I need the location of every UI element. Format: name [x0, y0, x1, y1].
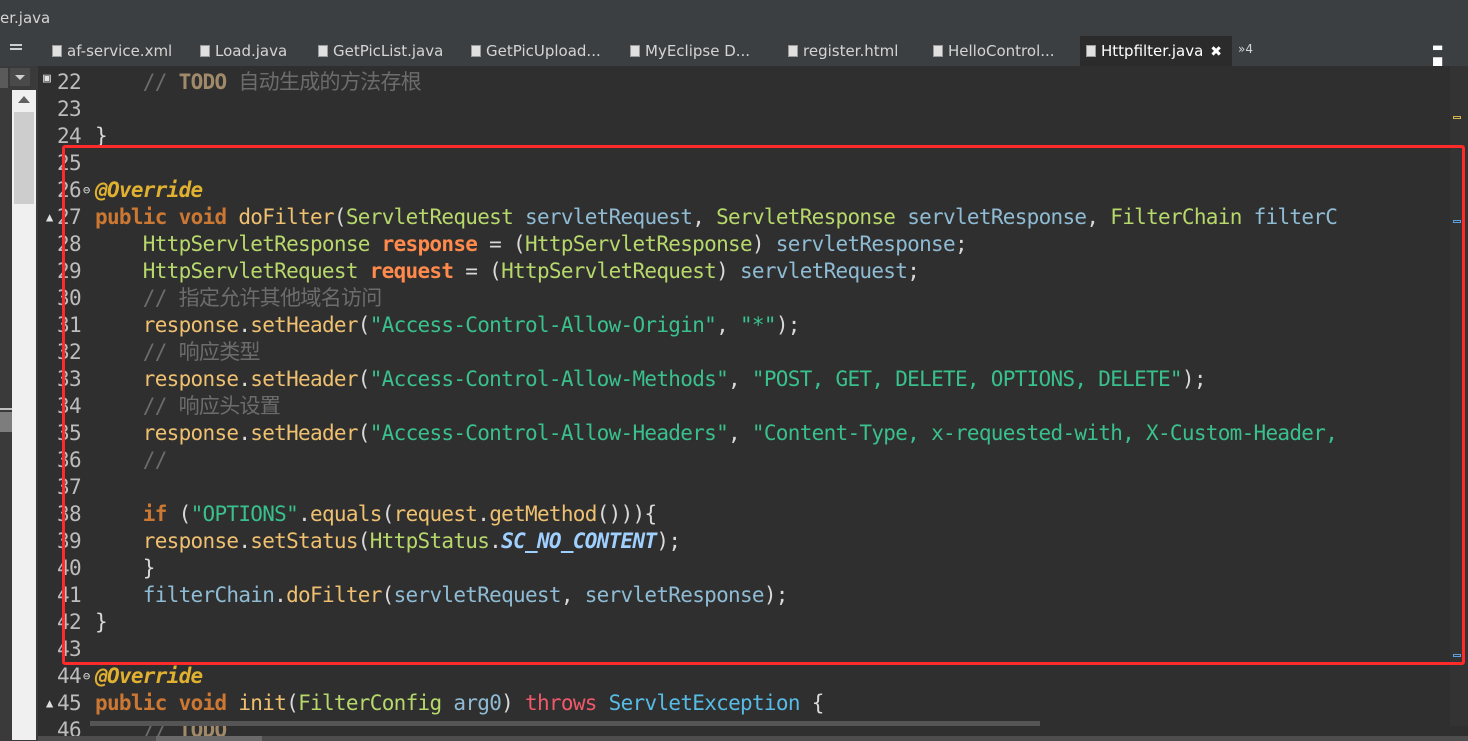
panel-header: [0, 36, 38, 66]
line-number: 25: [57, 151, 82, 175]
java-file-icon: [1086, 45, 1096, 57]
code-text[interactable]: response.setHeader("Access-Control-Allow…: [95, 366, 1207, 393]
java-file-icon: [471, 45, 481, 57]
tab-af-service-xml[interactable]: af-service.xml: [52, 36, 172, 66]
tab-myeclipse-dashboard[interactable]: MyEclipse D...: [630, 36, 750, 66]
code-text[interactable]: public void doFilter(ServletRequest serv…: [95, 204, 1338, 231]
line-number: 42: [57, 610, 82, 634]
code-text[interactable]: @Override: [95, 663, 203, 690]
window-titlebar: er.java: [0, 0, 1468, 36]
line-number: 35: [57, 421, 82, 445]
tab-getpiclist-java[interactable]: GetPicList.java: [318, 36, 443, 66]
tab-label: Httpfilter.java: [1101, 42, 1204, 60]
line-number: 41: [57, 583, 82, 607]
code-text[interactable]: }: [95, 123, 108, 150]
line-number: 33: [57, 367, 82, 391]
tab-load-java[interactable]: Load.java: [200, 36, 287, 66]
line-number: 27: [57, 205, 82, 229]
tab-hellocontrol[interactable]: HelloControl...: [933, 36, 1055, 66]
line-number: 23: [57, 97, 82, 121]
occurrence-marker[interactable]: [1453, 220, 1461, 223]
line-number: 43: [57, 637, 82, 661]
code-text[interactable]: // 响应头设置: [95, 393, 281, 420]
scrollbar-thumb[interactable]: [156, 736, 262, 741]
code-text[interactable]: filterChain.doFilter(servletRequest, ser…: [95, 582, 789, 609]
line-number: 36: [57, 448, 82, 472]
override-marker-icon: ▲: [46, 210, 53, 224]
code-text[interactable]: // 响应类型: [95, 339, 261, 366]
panel-scrollbar[interactable]: [12, 90, 36, 740]
code-text[interactable]: if ("OPTIONS".equals(request.getMethod()…: [95, 501, 657, 528]
java-file-icon: [933, 45, 943, 57]
code-text[interactable]: response.setStatus(HttpStatus.SC_NO_CONT…: [95, 528, 681, 555]
code-text[interactable]: }: [95, 609, 108, 636]
tab-label: register.html: [803, 42, 899, 60]
fold-toggle-icon[interactable]: ⊖: [83, 177, 90, 204]
panel-divider: [0, 408, 12, 410]
tab-label: MyEclipse D...: [645, 42, 751, 60]
chevron-down-icon[interactable]: [10, 68, 30, 86]
panel-tree-strip: [0, 68, 8, 88]
view-menu-icon[interactable]: [10, 44, 22, 53]
bookmark-icon: ▣: [43, 71, 51, 86]
code-text[interactable]: @Override: [95, 177, 203, 204]
line-number: 44: [57, 664, 82, 688]
java-file-icon: [200, 45, 210, 57]
scroll-up-arrow-icon[interactable]: [18, 96, 30, 103]
overview-ruler[interactable]: [1450, 66, 1468, 726]
line-number: 22: [57, 70, 82, 94]
code-editor[interactable]: 22 ▣ // TODO 自动生成的方法存根 23 24} 25 26 ⊖ @Over…: [38, 66, 1468, 741]
code-text[interactable]: HttpServletRequest request = (HttpServle…: [95, 258, 920, 285]
tab-label: GetPicList.java: [333, 42, 444, 60]
bottom-scroll-track[interactable]: [38, 736, 1468, 741]
occurrence-marker[interactable]: [1453, 654, 1461, 657]
code-text[interactable]: HttpServletResponse response = (HttpServ…: [95, 231, 968, 258]
editor-tab-bar: af-service.xml Load.java GetPicList.java…: [38, 36, 1468, 68]
java-file-icon: [318, 45, 328, 57]
line-number: 45: [57, 691, 82, 715]
line-number: 26: [57, 178, 82, 202]
line-number: 24: [57, 124, 82, 148]
line-number: 39: [57, 529, 82, 553]
line-number: 30: [57, 286, 82, 310]
line-number: 34: [57, 394, 82, 418]
code-text[interactable]: public void init(FilterConfig arg0) thro…: [95, 690, 824, 717]
horizontal-scrollbar[interactable]: [90, 721, 1040, 726]
warning-marker[interactable]: [1453, 116, 1461, 119]
code-text[interactable]: // TODO 自动生成的方法存根: [95, 69, 422, 96]
code-text[interactable]: }: [95, 555, 156, 582]
fold-toggle-icon[interactable]: ⊖: [83, 663, 90, 690]
minimize-icon[interactable]: ▬: [1432, 40, 1443, 54]
line-number: 29: [57, 259, 82, 283]
package-explorer-panel: [0, 36, 38, 741]
close-icon[interactable]: ✖: [1210, 44, 1222, 60]
tab-httpfilter-java[interactable]: Httpfilter.java ✖: [1080, 36, 1233, 66]
code-text[interactable]: // 指定允许其他域名访问: [95, 285, 383, 312]
line-number: 32: [57, 340, 82, 364]
code-text[interactable]: response.setHeader("Access-Control-Allow…: [95, 312, 801, 339]
tab-label: af-service.xml: [67, 42, 173, 60]
view-window-controls: ▬ ■: [1418, 40, 1468, 68]
line-number: 37: [57, 475, 82, 499]
grid-view-icon: [630, 45, 640, 57]
tab-label: GetPicUpload...: [486, 42, 601, 60]
tab-register-html[interactable]: register.html: [788, 36, 898, 66]
panel-selected-row[interactable]: [0, 412, 12, 432]
window-title: er.java: [0, 9, 51, 27]
line-number: 28: [57, 232, 82, 256]
tab-getpicupload[interactable]: GetPicUpload...: [471, 36, 601, 66]
tab-label: Load.java: [215, 42, 288, 60]
line-number: 40: [57, 556, 82, 580]
line-number: 38: [57, 502, 82, 526]
code-text[interactable]: //: [95, 447, 168, 474]
tab-label: HelloControl...: [948, 42, 1055, 60]
override-marker-icon: ▲: [46, 696, 53, 710]
html-file-icon: [788, 45, 798, 57]
code-text[interactable]: response.setHeader("Access-Control-Allow…: [95, 420, 1338, 447]
xml-file-icon: [52, 45, 62, 57]
tab-overflow-button[interactable]: »4: [1238, 36, 1253, 66]
line-number: 31: [57, 313, 82, 337]
scrollbar-thumb[interactable]: [14, 112, 34, 204]
